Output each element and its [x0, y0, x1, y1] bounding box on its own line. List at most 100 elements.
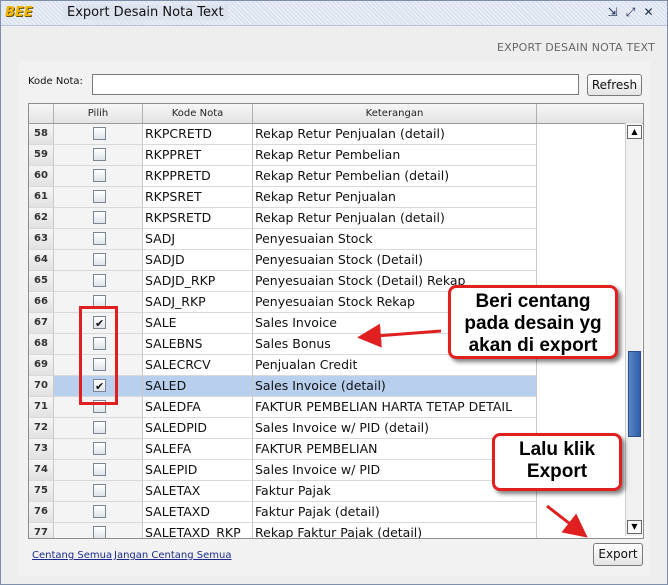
- row-number: 66: [29, 292, 54, 313]
- kode-nota-input[interactable]: [92, 74, 579, 95]
- pilih-cell: [54, 229, 143, 250]
- pilih-cell: [54, 124, 143, 145]
- row-number: 74: [29, 460, 54, 481]
- row-number: 72: [29, 418, 54, 439]
- pilih-checkbox[interactable]: [93, 505, 106, 518]
- restore-icon[interactable]: ⇲: [605, 5, 620, 20]
- header-rownum: [29, 104, 54, 123]
- keterangan-cell: Rekap Retur Penjualan (detail): [253, 124, 537, 145]
- keterangan-cell: FAKTUR PEMBELIAN HARTA TETAP DETAIL: [253, 397, 537, 418]
- kode-nota-cell: SALED: [143, 376, 253, 397]
- kode-nota-cell: RKPCRETD: [143, 124, 253, 145]
- pilih-cell: [54, 208, 143, 229]
- keterangan-cell: Rekap Retur Pembelian (detail): [253, 166, 537, 187]
- table-row[interactable]: 74 SALEPID Sales Invoice w/ PID: [29, 460, 537, 481]
- keterangan-cell: Faktur Pajak (detail): [253, 502, 537, 523]
- row-number: 68: [29, 334, 54, 355]
- maximize-icon[interactable]: ⤢: [623, 5, 638, 20]
- row-number: 61: [29, 187, 54, 208]
- keterangan-cell: Sales Invoice (detail): [253, 376, 537, 397]
- table-row[interactable]: 62 RKPSRETD Rekap Retur Penjualan (detail): [29, 208, 537, 229]
- pilih-checkbox[interactable]: [93, 190, 106, 203]
- scroll-thumb[interactable]: [628, 351, 641, 437]
- table-row[interactable]: 72 SALEDPID Sales Invoice w/ PID (detail): [29, 418, 537, 439]
- pilih-checkbox[interactable]: [93, 253, 106, 266]
- table-row[interactable]: 58 RKPCRETD Rekap Retur Penjualan (detail): [29, 124, 537, 145]
- pilih-cell: [54, 460, 143, 481]
- kode-nota-cell: SADJ_RKP: [143, 292, 253, 313]
- select-all-link[interactable]: Centang Semua: [32, 550, 112, 561]
- table-row[interactable]: 73 SALEFA FAKTUR PEMBELIAN: [29, 439, 537, 460]
- row-number: 58: [29, 124, 54, 145]
- kode-nota-cell: SALECRCV: [143, 355, 253, 376]
- deselect-all-link[interactable]: Jangan Centang Semua: [114, 550, 232, 561]
- header-filler: [537, 104, 625, 123]
- header-keterangan[interactable]: Keterangan: [253, 104, 537, 123]
- title-bar: BEE Export Desain Nota Text ⇲ ⤢ ✕: [1, 1, 667, 26]
- kode-nota-cell: SALE: [143, 313, 253, 334]
- kode-nota-cell: SALEDFA: [143, 397, 253, 418]
- row-number: 76: [29, 502, 54, 523]
- keterangan-cell: Penyesuaian Stock (Detail): [253, 250, 537, 271]
- pilih-checkbox[interactable]: [93, 421, 106, 434]
- kode-nota-cell: SADJD_RKP: [143, 271, 253, 292]
- keterangan-cell: Rekap Retur Penjualan (detail): [253, 208, 537, 229]
- row-number: 73: [29, 439, 54, 460]
- row-number: 71: [29, 397, 54, 418]
- table-row[interactable]: 60 RKPPRETD Rekap Retur Pembelian (detail): [29, 166, 537, 187]
- callout-check-instructions: Beri centang pada desain yg akan di expo…: [448, 285, 618, 359]
- pilih-cell: [54, 418, 143, 439]
- refresh-button[interactable]: Refresh: [587, 74, 642, 96]
- row-number: 65: [29, 271, 54, 292]
- export-window: BEE Export Desain Nota Text ⇲ ⤢ ✕ EXPORT…: [0, 0, 668, 585]
- table-row[interactable]: 61 RKPSRET Rekap Retur Penjualan: [29, 187, 537, 208]
- header-kode-nota[interactable]: Kode Nota: [143, 104, 253, 123]
- checkbox-highlight-box: [79, 306, 118, 405]
- keterangan-cell: Rekap Retur Penjualan: [253, 187, 537, 208]
- row-number: 75: [29, 481, 54, 502]
- pilih-checkbox[interactable]: [93, 232, 106, 245]
- row-number: 70: [29, 376, 54, 397]
- pilih-cell: [54, 439, 143, 460]
- row-number: 77: [29, 523, 54, 538]
- pilih-cell: [54, 145, 143, 166]
- header-pilih[interactable]: Pilih: [54, 104, 143, 123]
- kode-nota-cell: SALETAXD: [143, 502, 253, 523]
- pilih-checkbox[interactable]: [93, 442, 106, 455]
- pilih-cell: [54, 481, 143, 502]
- pilih-checkbox[interactable]: [93, 484, 106, 497]
- pilih-checkbox[interactable]: [93, 274, 106, 287]
- kode-nota-cell: RKPSRETD: [143, 208, 253, 229]
- kode-nota-cell: RKPSRET: [143, 187, 253, 208]
- export-button[interactable]: Export: [593, 543, 643, 566]
- pilih-checkbox[interactable]: [93, 169, 106, 182]
- pilih-checkbox[interactable]: [93, 148, 106, 161]
- page-heading: EXPORT DESAIN NOTA TEXT: [496, 41, 655, 54]
- table-row[interactable]: 63 SADJ Penyesuaian Stock: [29, 229, 537, 250]
- kode-nota-label: Kode Nota:: [28, 76, 83, 87]
- pilih-cell: [54, 166, 143, 187]
- kode-nota-cell: SALETAXD_RKP: [143, 523, 253, 538]
- table-row[interactable]: 75 SALETAX Faktur Pajak: [29, 481, 537, 502]
- scroll-up-icon[interactable]: ▲: [627, 125, 642, 139]
- scroll-down-icon[interactable]: ▼: [627, 520, 642, 534]
- vertical-scrollbar[interactable]: ▲ ▼: [625, 123, 642, 536]
- kode-nota-cell: SALETAX: [143, 481, 253, 502]
- table-row[interactable]: 77 SALETAXD_RKP Rekap Faktur Pajak (detail…: [29, 523, 537, 538]
- table-row[interactable]: 76 SALETAXD Faktur Pajak (detail): [29, 502, 537, 523]
- pilih-checkbox[interactable]: [93, 211, 106, 224]
- pilih-checkbox[interactable]: [93, 526, 106, 538]
- kode-nota-cell: SALEBNS: [143, 334, 253, 355]
- bee-logo: BEE: [5, 5, 33, 20]
- row-number: 63: [29, 229, 54, 250]
- keterangan-cell: Penyesuaian Stock: [253, 229, 537, 250]
- table-row[interactable]: 59 RKPPRET Rekap Retur Pembelian: [29, 145, 537, 166]
- kode-nota-cell: SALEPID: [143, 460, 253, 481]
- pilih-cell: [54, 250, 143, 271]
- table-row[interactable]: 64 SADJD Penyesuaian Stock (Detail): [29, 250, 537, 271]
- pilih-cell: [54, 271, 143, 292]
- pilih-checkbox[interactable]: [93, 463, 106, 476]
- close-icon[interactable]: ✕: [641, 5, 656, 20]
- row-number: 69: [29, 355, 54, 376]
- pilih-checkbox[interactable]: [93, 127, 106, 140]
